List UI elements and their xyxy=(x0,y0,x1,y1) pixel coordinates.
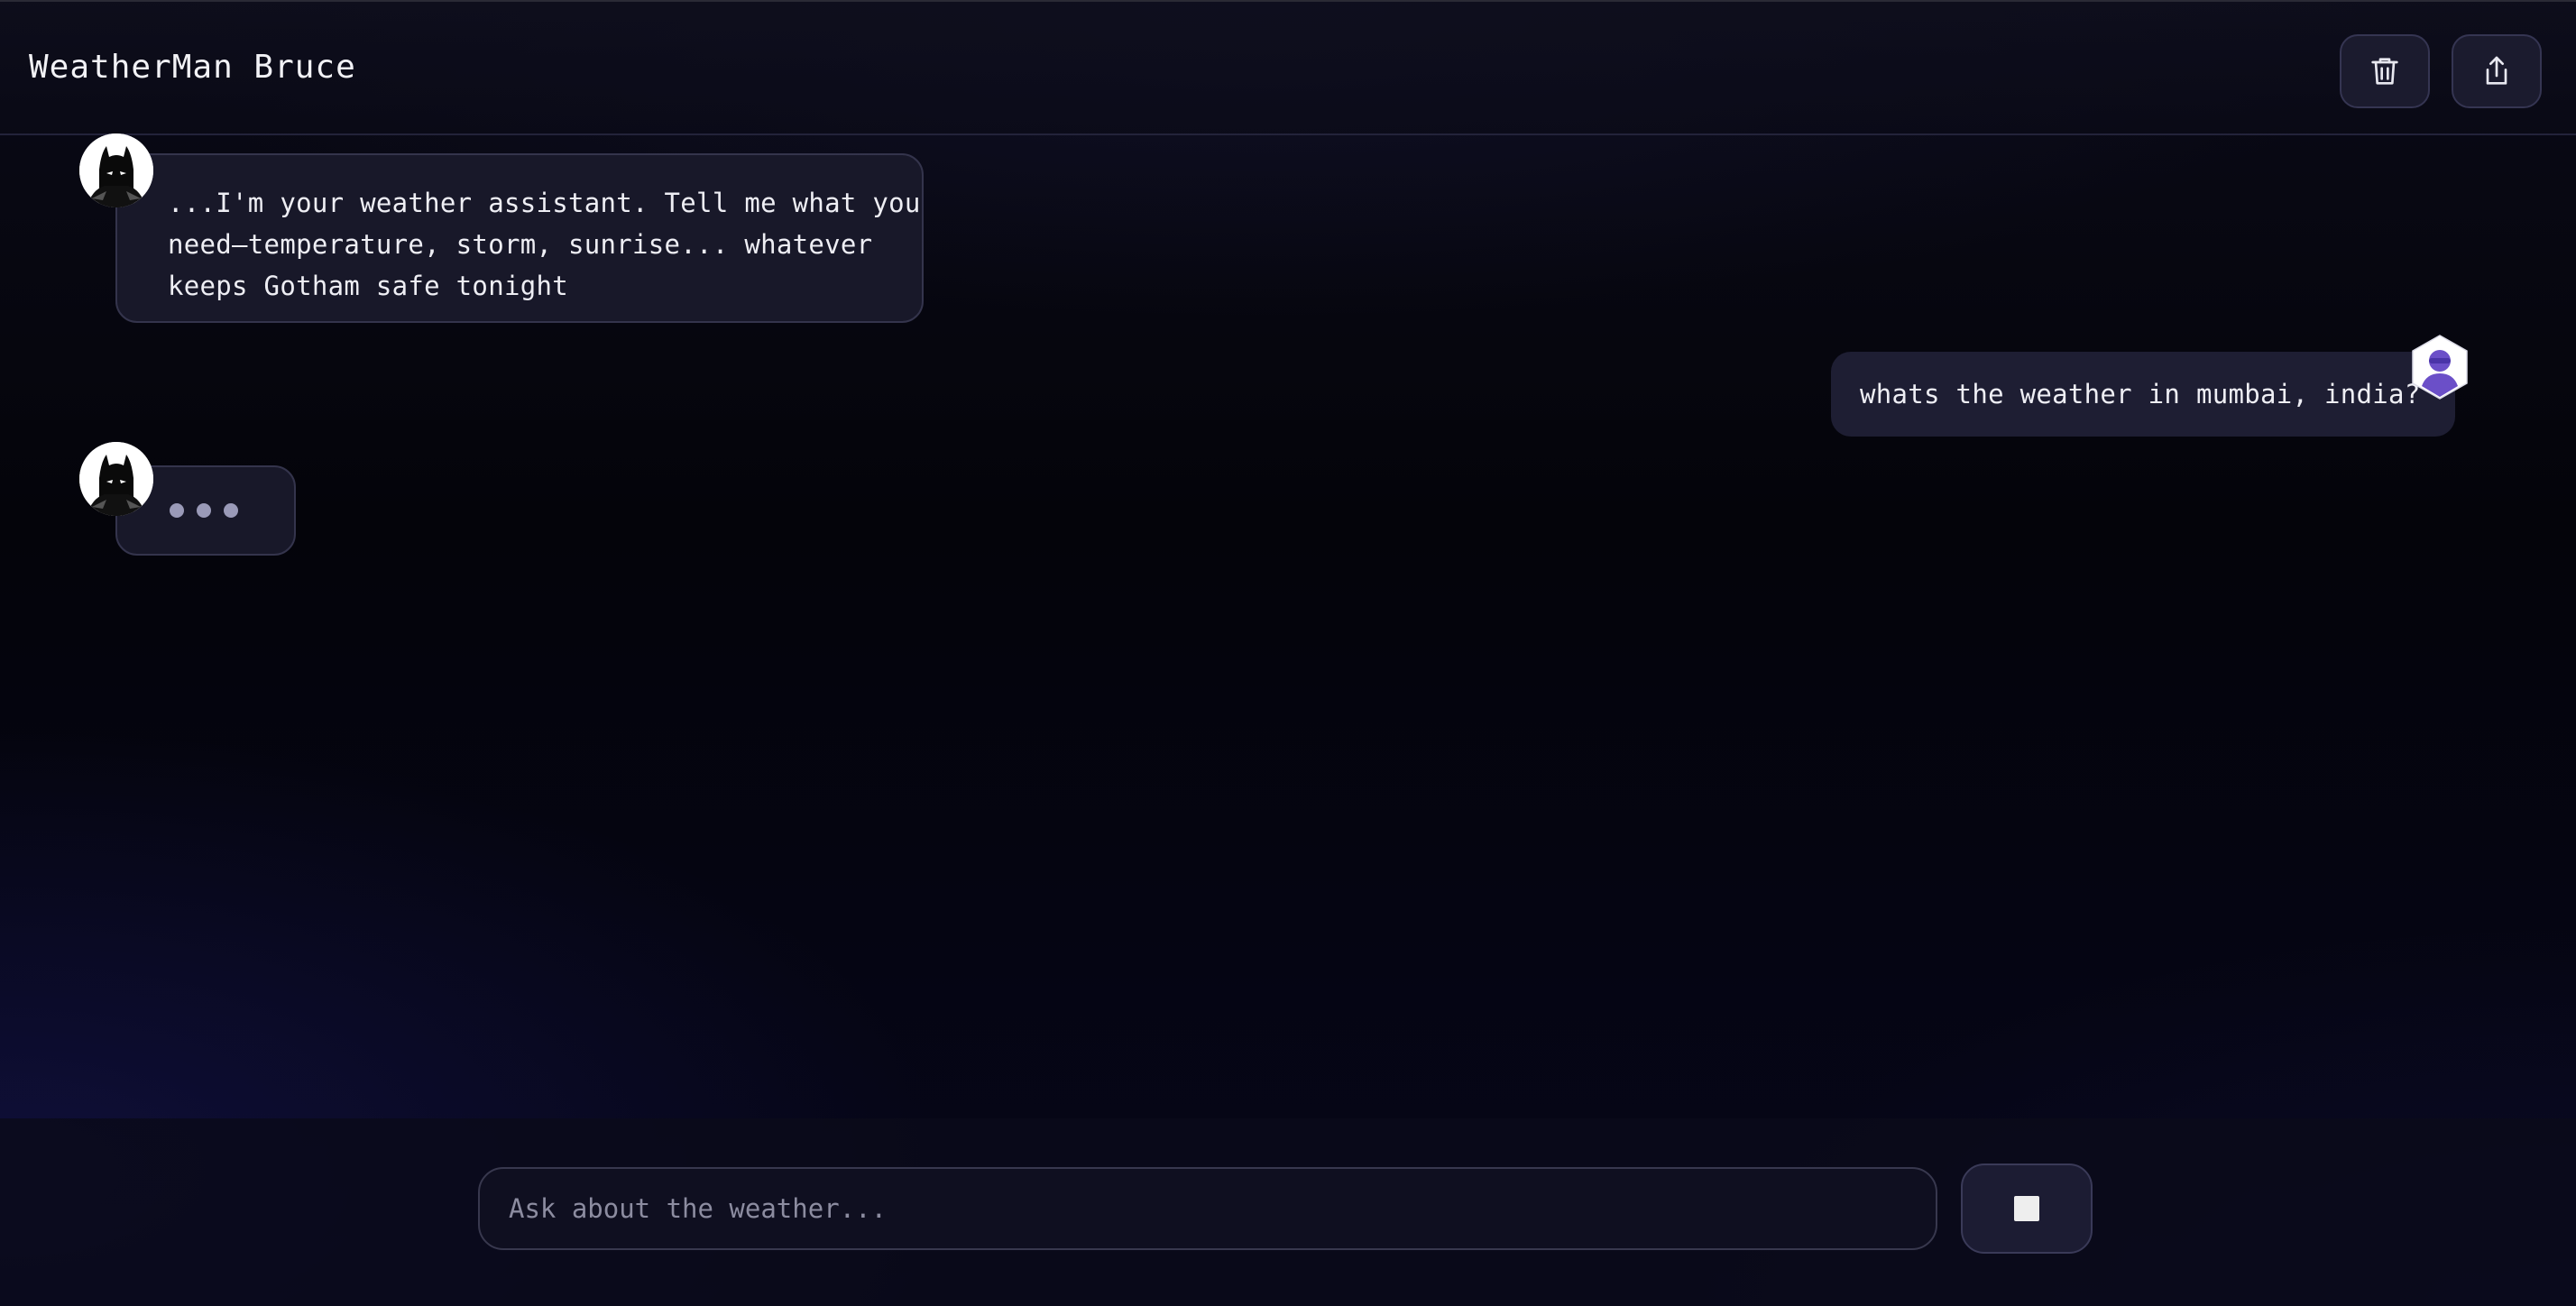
composer-bar xyxy=(0,1118,2576,1306)
typing-dot xyxy=(197,503,211,518)
stop-icon xyxy=(2014,1196,2039,1221)
app-title: WeatherMan Bruce xyxy=(29,49,356,86)
user-message: whats the weather in mumbai, india? xyxy=(1831,352,2455,437)
chat-app: WeatherMan Bruce ...I'm your weather ass… xyxy=(0,0,2576,1306)
message-line: keeps Gotham safe tonight xyxy=(168,271,568,301)
message-line: need—temperature, storm, sunrise... what… xyxy=(168,229,873,260)
app-header: WeatherMan Bruce xyxy=(0,0,2576,135)
typing-dot xyxy=(170,503,184,518)
share-button[interactable] xyxy=(2452,34,2542,108)
user-avatar xyxy=(2410,334,2470,400)
clear-chat-button[interactable] xyxy=(2340,34,2430,108)
batman-avatar xyxy=(79,133,153,207)
message-input[interactable] xyxy=(478,1167,1937,1250)
share-icon xyxy=(2486,56,2507,85)
typing-dots xyxy=(170,503,238,518)
typing-dot xyxy=(224,503,238,518)
assistant-message: ...I'm your weather assistant. Tell me w… xyxy=(115,153,924,323)
batman-avatar xyxy=(79,442,153,516)
trash-icon xyxy=(2371,58,2398,85)
message-line: ...I'm your weather assistant. Tell me w… xyxy=(168,188,921,218)
stop-button[interactable] xyxy=(1961,1163,2093,1254)
